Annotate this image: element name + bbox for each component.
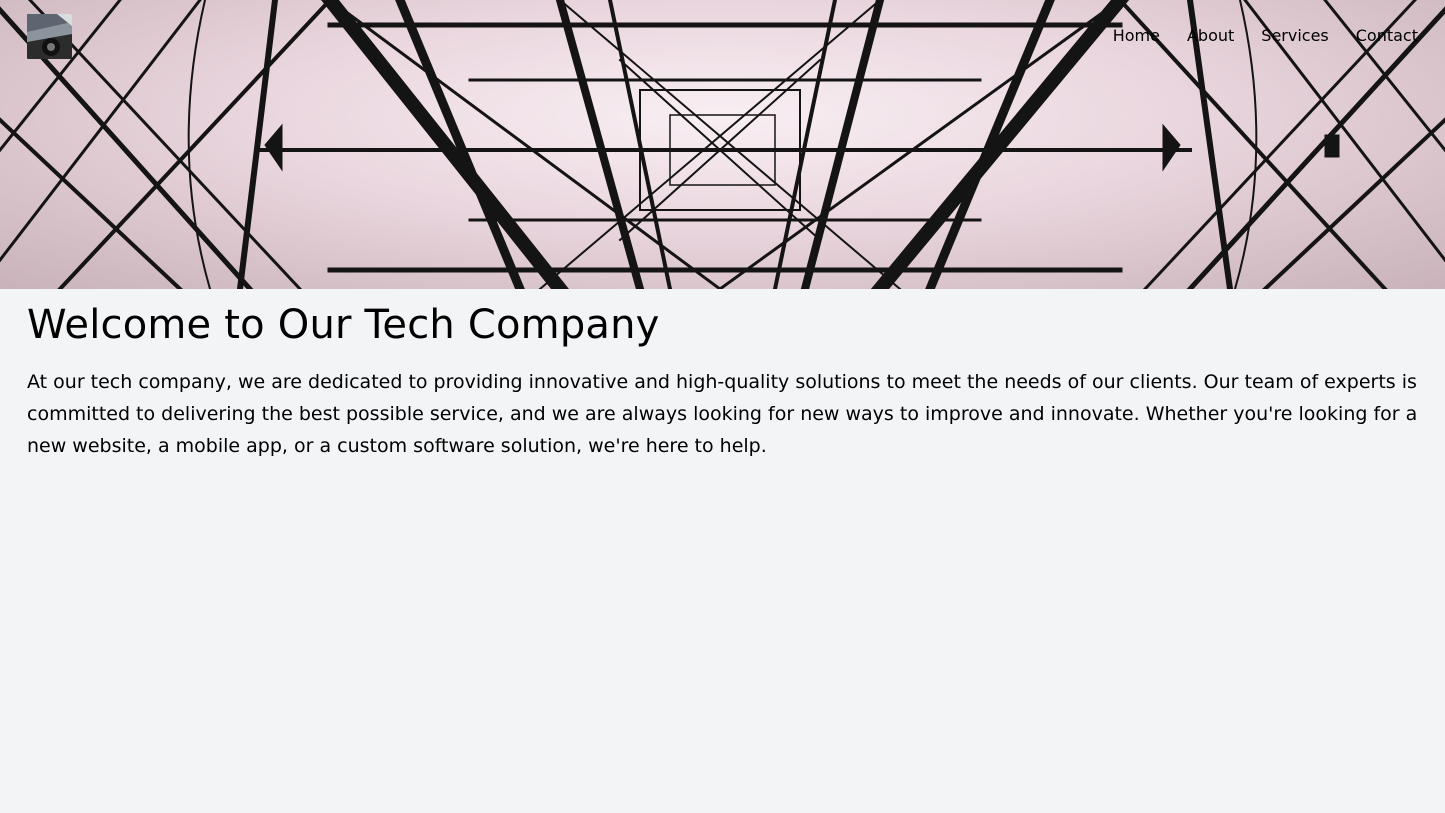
photo-thumbnail-icon [27,14,72,59]
main-nav: Home About Services Contact [1113,26,1418,45]
nav-contact-link[interactable]: Contact [1356,26,1418,45]
nav-about-link[interactable]: About [1187,26,1234,45]
logo-image[interactable] [27,14,72,59]
page-title: Welcome to Our Tech Company [27,302,660,348]
nav-services-link[interactable]: Services [1261,26,1328,45]
top-navigation-bar: Home About Services Contact [27,14,1418,59]
main-content: Welcome to Our Tech Company At our tech … [0,289,1445,462]
nav-home-link[interactable]: Home [1113,26,1160,45]
hero-banner: Home About Services Contact [0,0,1445,289]
intro-paragraph: At our tech company, we are dedicated to… [27,371,1418,457]
